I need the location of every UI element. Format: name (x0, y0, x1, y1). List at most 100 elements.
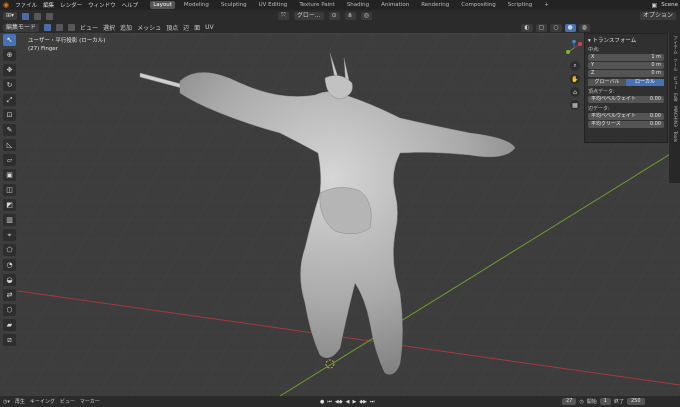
edge-crease-field[interactable]: 平均クリース 0.00 (588, 121, 664, 128)
options-dropdown[interactable]: オプション (639, 12, 676, 20)
loop-cut-tool-icon[interactable]: ▥ (3, 214, 16, 226)
transform-tool-icon[interactable]: ⊡ (3, 109, 16, 121)
rip-tool-icon[interactable]: ⧄ (3, 334, 16, 346)
timeline-editor-icon[interactable]: ◷▾ (3, 399, 10, 405)
orientation-icon[interactable]: ⤧ (278, 12, 289, 20)
end-frame-field[interactable]: 250 (626, 398, 645, 405)
tab-uv-editing[interactable]: UV Editing (256, 1, 291, 9)
median-y-field[interactable]: Y0 m (588, 62, 664, 69)
vertex-select-icon[interactable] (44, 24, 52, 31)
xray-icon[interactable]: ▢ (535, 23, 548, 32)
menu-view[interactable]: ビュー (80, 23, 98, 32)
rotate-tool-icon[interactable]: ↻ (3, 79, 16, 91)
vertex-bevel-weight-field[interactable]: 平均ベベルウェイト 0.00 (588, 96, 664, 103)
move-tool-icon[interactable]: ✥ (3, 64, 16, 76)
camera-view-icon[interactable]: ⌂ (570, 87, 580, 97)
tab-view[interactable]: ビュー (672, 76, 678, 90)
face-select-icon[interactable] (68, 24, 76, 31)
blender-logo-icon[interactable]: ◉ (3, 1, 9, 9)
tab-compositing[interactable]: Compositing (458, 1, 498, 9)
marker-menu[interactable]: マーカー (80, 398, 100, 405)
snap-icon[interactable]: ⋔ (344, 12, 356, 20)
tab-rendering[interactable]: Rendering (418, 1, 452, 9)
proportional-editing-icon[interactable]: ◎ (360, 12, 372, 20)
tab-tools[interactable]: Tools (672, 131, 677, 142)
cursor-tool-icon[interactable]: ⊕ (3, 49, 16, 61)
pan-icon[interactable]: ✋ (570, 74, 580, 84)
tab-machin3[interactable]: MACHIN3 (672, 106, 677, 127)
select-mode-edge-icon[interactable] (34, 12, 42, 20)
mode-dropdown[interactable]: 編集モード (3, 23, 40, 32)
select-mode-face-icon[interactable] (46, 12, 54, 20)
add-workspace-button[interactable]: + (541, 1, 552, 9)
annotate-tool-icon[interactable]: ✎ (3, 124, 16, 136)
tab-tool[interactable]: ツール (672, 58, 678, 72)
play-reverse-icon[interactable]: ◀ (346, 399, 350, 405)
spin-tool-icon[interactable]: ◔ (3, 259, 16, 271)
jump-start-icon[interactable]: ⏮ (327, 399, 332, 405)
global-button[interactable]: グローバル (588, 79, 626, 86)
current-frame-field[interactable]: 27 (562, 398, 577, 405)
shading-wire-icon[interactable]: ○ (550, 23, 562, 32)
tab-scripting[interactable]: Scripting (505, 1, 535, 9)
keying-menu[interactable]: キーイング (30, 398, 55, 405)
edge-select-icon[interactable] (56, 24, 64, 31)
select-tool-icon[interactable]: ↖ (3, 34, 16, 46)
zoom-icon[interactable]: ⌕ (570, 61, 580, 71)
tab-layout[interactable]: Layout (150, 1, 175, 9)
shrink-fatten-tool-icon[interactable]: ⬡ (3, 304, 16, 316)
editor-type-button[interactable]: ⊞▾ (3, 12, 18, 20)
menu-file[interactable]: ファイル (15, 1, 37, 9)
menu-edit[interactable]: 編集 (43, 1, 54, 9)
panel-header[interactable]: ▾ トランスフォーム (588, 36, 664, 44)
perspective-toggle-icon[interactable]: ▦ (570, 100, 580, 110)
local-button[interactable]: ローカル (626, 79, 664, 86)
inset-tool-icon[interactable]: ◫ (3, 184, 16, 196)
jump-end-icon[interactable]: ⏭ (370, 399, 375, 405)
menu-uv[interactable]: UV (205, 24, 214, 31)
next-keyframe-icon[interactable]: ◆▶ (359, 399, 367, 405)
select-mode-vertex-icon[interactable] (22, 12, 30, 20)
tab-modeling[interactable]: Modeling (181, 1, 212, 9)
play-icon[interactable]: ▶ (352, 399, 356, 405)
tab-texture-paint[interactable]: Texture Paint (296, 1, 338, 9)
menu-help[interactable]: ヘルプ (122, 1, 139, 9)
median-z-field[interactable]: Z0 m (588, 70, 664, 77)
shading-solid-icon[interactable]: ● (564, 23, 576, 32)
extrude-tool-icon[interactable]: ▣ (3, 169, 16, 181)
smooth-tool-icon[interactable]: ◒ (3, 274, 16, 286)
tab-sculpting[interactable]: Sculpting (218, 1, 250, 9)
knife-tool-icon[interactable]: ⌖ (3, 229, 16, 241)
menu-window[interactable]: ウィンドウ (88, 1, 116, 9)
edge-bevel-weight-field[interactable]: 平均ベベルウェイト 0.00 (588, 113, 664, 120)
poly-build-tool-icon[interactable]: ⬠ (3, 244, 16, 256)
median-x-field[interactable]: X1 m (588, 54, 664, 61)
menu-render[interactable]: レンダー (60, 1, 82, 9)
menu-face[interactable]: 面 (194, 23, 200, 32)
pivot-point-icon[interactable]: ⊙ (328, 12, 340, 20)
menu-select[interactable]: 選択 (103, 23, 115, 32)
add-cube-tool-icon[interactable]: ▱ (3, 154, 16, 166)
tab-item[interactable]: アイテム (672, 36, 678, 54)
record-icon[interactable]: ● (320, 399, 324, 405)
measure-tool-icon[interactable]: ◺ (3, 139, 16, 151)
prev-keyframe-icon[interactable]: ◀◆ (335, 399, 343, 405)
playback-menu[interactable]: 再生 (15, 398, 25, 405)
menu-mesh[interactable]: メッシュ (137, 23, 161, 32)
viewport-overlays-icon[interactable]: ◐ (521, 23, 533, 32)
menu-edge[interactable]: 辺 (183, 23, 189, 32)
tab-shading[interactable]: Shading (344, 1, 372, 9)
edge-slide-tool-icon[interactable]: ⇄ (3, 289, 16, 301)
view-menu[interactable]: ビュー (60, 398, 75, 405)
start-frame-field[interactable]: 1 (599, 398, 611, 405)
axis-gizmo-icon[interactable] (566, 39, 582, 56)
menu-add[interactable]: 追加 (120, 23, 132, 32)
scene-name[interactable]: Scene (661, 2, 678, 8)
transform-orientation-dropdown[interactable]: グロー... (293, 12, 324, 20)
shear-tool-icon[interactable]: ▰ (3, 319, 16, 331)
tab-animation[interactable]: Animation (378, 1, 412, 9)
menu-vertex[interactable]: 頂点 (166, 23, 178, 32)
preview-range-icon[interactable]: ◷ (579, 399, 583, 405)
scale-tool-icon[interactable]: ⤢ (3, 94, 16, 106)
tab-edit[interactable]: Edit (672, 93, 677, 102)
